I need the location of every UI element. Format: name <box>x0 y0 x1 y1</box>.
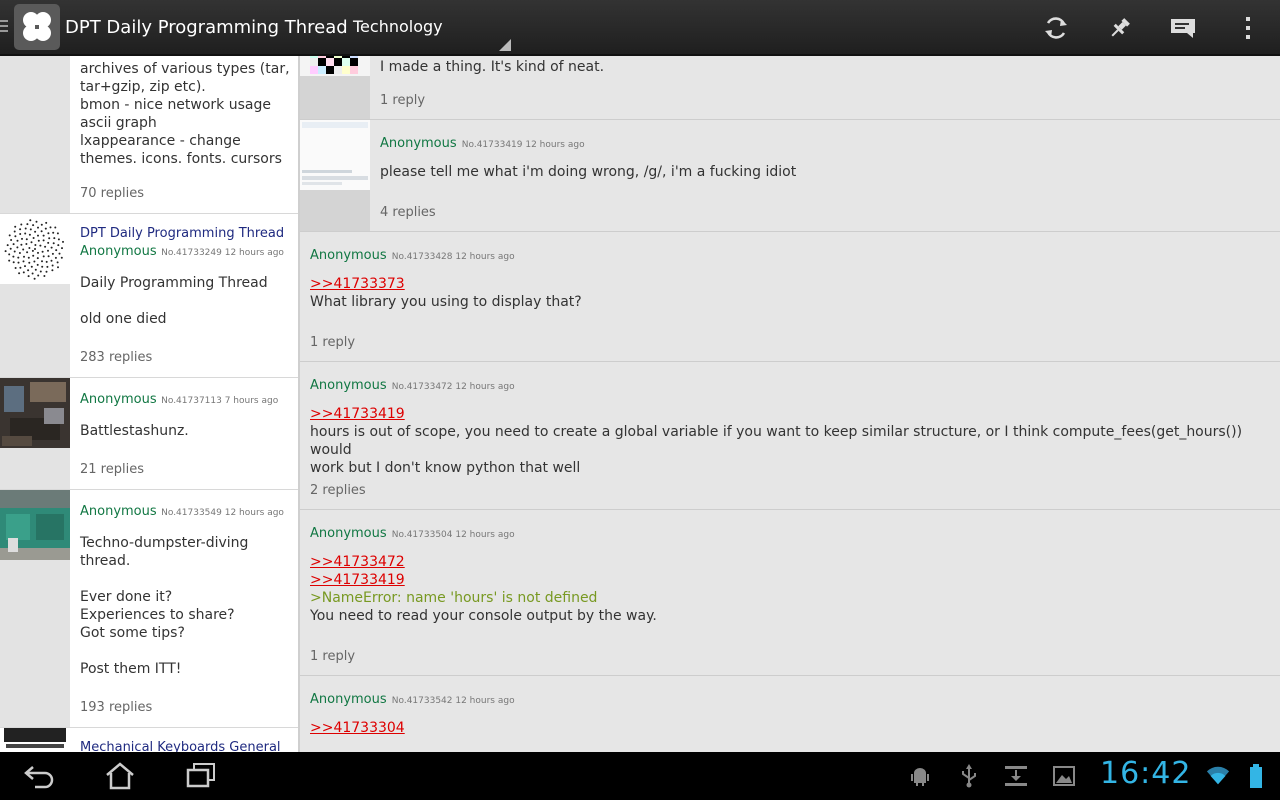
pin-icon[interactable] <box>1104 12 1136 44</box>
reply-count[interactable]: 1 reply <box>310 649 355 664</box>
post-meta: No.41733504 12 hours ago <box>391 530 515 540</box>
reply-count: 193 replies <box>80 700 153 715</box>
post-meta: No.41733428 12 hours ago <box>391 252 515 262</box>
thread-thumbnail[interactable] <box>0 378 70 448</box>
post-meta: No.41733419 12 hours ago <box>461 140 585 150</box>
android-debug-icon <box>908 764 932 788</box>
screenshot-icon <box>1052 764 1076 788</box>
wifi-icon <box>1206 764 1230 788</box>
thread-card[interactable]: DPT Daily Programming Thread Anonymous N… <box>0 214 298 378</box>
overflow-menu-icon[interactable] <box>1232 12 1264 44</box>
post-item[interactable]: Anonymous No.41733472 12 hours ago >>417… <box>300 362 1280 510</box>
thread-excerpt: archives of various types (tar, tar+gzip… <box>80 61 290 167</box>
post-meta: No.41733249 12 hours ago <box>161 248 284 258</box>
post-comment: >>41733373 What library you using to dis… <box>310 275 582 310</box>
post-item[interactable]: Anonymous No.41733504 12 hours ago >>417… <box>300 510 1280 676</box>
board-selector-label: Technology <box>353 17 443 36</box>
post-thumbnail[interactable] <box>300 56 370 76</box>
poster-name: Anonymous <box>80 244 157 259</box>
thread-excerpt: Daily Programming Thread old one died <box>80 275 268 327</box>
clover-icon <box>23 12 51 41</box>
post-comment: >>41733419 hours is out of scope, you ne… <box>310 405 1270 477</box>
poster-name: Anonymous <box>380 136 457 151</box>
thread-title: DPT Daily Programming Thread <box>65 17 348 38</box>
post-comment: >>41733472 >>41733419 >NameError: name '… <box>310 553 657 624</box>
refresh-icon[interactable] <box>1040 12 1072 44</box>
post-item[interactable]: Anonymous No.41733542 12 hours ago >>417… <box>300 676 1280 752</box>
quote-link[interactable]: >>41733304 <box>310 719 405 737</box>
status-clock: 16:42 <box>1100 756 1192 791</box>
thread-card[interactable]: Anonymous No.41737113 7 hours ago Battle… <box>0 378 298 490</box>
thread-card[interactable]: archives of various types (tar, tar+gzip… <box>0 56 298 214</box>
thread-thumbnail[interactable] <box>0 214 70 284</box>
post-comment: >>41733304 <box>310 719 405 737</box>
poster-name: Anonymous <box>80 392 157 407</box>
reply-count: 21 replies <box>80 462 144 477</box>
post-list[interactable]: I made a thing. It's kind of neat. 1 rep… <box>300 56 1280 752</box>
reply-count[interactable]: 1 reply <box>310 335 355 350</box>
poster-name: Anonymous <box>80 504 157 519</box>
post-item[interactable]: Anonymous No.41733419 12 hours ago pleas… <box>300 120 1280 232</box>
post-thumbnail[interactable] <box>300 120 370 190</box>
post-meta: No.41733542 12 hours ago <box>391 696 515 706</box>
poster-name: Anonymous <box>310 378 387 393</box>
quote-link[interactable]: >>41733373 <box>310 275 582 293</box>
quote-link[interactable]: >>41733419 <box>310 405 1270 423</box>
recents-icon[interactable] <box>181 760 221 792</box>
reply-count: 283 replies <box>80 350 153 365</box>
reply-count: 70 replies <box>80 186 144 201</box>
post-item[interactable]: I made a thing. It's kind of neat. 1 rep… <box>300 56 1280 120</box>
back-icon[interactable] <box>20 760 60 792</box>
thread-excerpt: Techno-dumpster-diving thread. Ever done… <box>80 535 249 677</box>
thread-list[interactable]: archives of various types (tar, tar+gzip… <box>0 56 298 752</box>
post-comment: please tell me what i'm doing wrong, /g/… <box>380 164 797 180</box>
poster-name: Anonymous <box>310 248 387 263</box>
poster-name: Anonymous <box>310 526 387 541</box>
post-meta: No.41733472 12 hours ago <box>391 382 515 392</box>
post-meta: No.41733549 12 hours ago <box>161 508 284 518</box>
usb-icon <box>957 764 981 788</box>
thread-subject: Mechanical Keyboards General <box>80 740 281 752</box>
post-comment: I made a thing. It's kind of neat. <box>380 59 605 75</box>
thread-excerpt: Battlestashunz. <box>80 423 189 439</box>
quote-link[interactable]: >>41733419 <box>310 571 657 589</box>
thread-thumbnail[interactable] <box>0 728 70 752</box>
poster-name: Anonymous <box>310 692 387 707</box>
thread-thumbnail[interactable] <box>0 490 70 560</box>
post-meta: No.41737113 7 hours ago <box>161 396 279 406</box>
dropdown-triangle-icon <box>499 39 511 51</box>
system-bar: 16:42 <box>0 752 1280 800</box>
drawer-indicator-icon[interactable] <box>0 20 8 35</box>
reply-count[interactable]: 2 replies <box>310 483 366 498</box>
reply-count[interactable]: 1 reply <box>380 93 425 108</box>
action-bar: DPT Daily Programming Thread Technology <box>0 0 1280 56</box>
battery-icon <box>1244 764 1268 788</box>
quote-link[interactable]: >>41733472 <box>310 553 657 571</box>
app-logo[interactable] <box>14 4 60 50</box>
greentext-line: >NameError: name 'hours' is not defined <box>310 590 598 606</box>
reply-icon[interactable] <box>1167 12 1199 44</box>
board-selector[interactable]: Technology <box>353 17 513 51</box>
thread-card[interactable]: Mechanical Keyboards General <box>0 728 298 752</box>
post-item[interactable]: Anonymous No.41733428 12 hours ago >>417… <box>300 232 1280 362</box>
thread-card[interactable]: Anonymous No.41733549 12 hours ago Techn… <box>0 490 298 728</box>
thread-subject: DPT Daily Programming Thread <box>80 226 285 241</box>
reply-count[interactable]: 4 replies <box>380 205 436 220</box>
download-icon <box>1004 764 1028 788</box>
home-icon[interactable] <box>100 760 140 792</box>
